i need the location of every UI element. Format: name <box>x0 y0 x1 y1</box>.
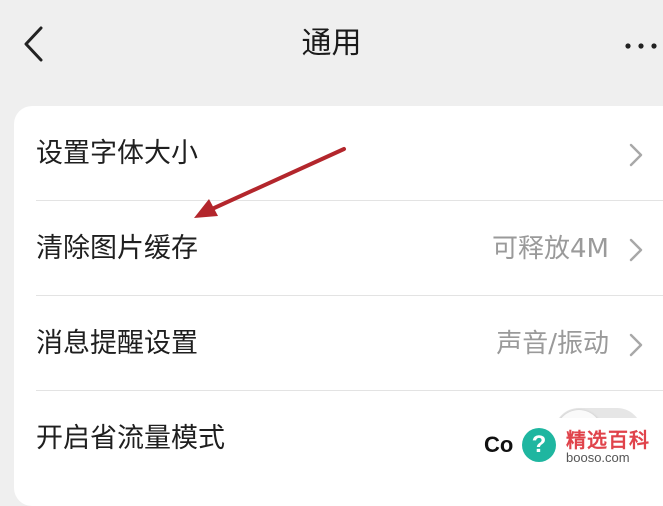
setting-clear-image-cache[interactable]: 清除图片缓存 可释放4M <box>14 201 663 296</box>
setting-label: 设置字体大小 <box>36 138 198 169</box>
page-title: 通用 <box>301 26 362 61</box>
setting-font-size[interactable]: 设置字体大小 <box>14 106 663 201</box>
chevron-right-icon <box>629 238 643 262</box>
setting-message-notification[interactable]: 消息提醒设置 声音/振动 <box>14 296 663 391</box>
setting-value: 声音/振动 <box>496 329 609 359</box>
setting-label: 消息提醒设置 <box>36 328 198 359</box>
watermark-partial-text: Co <box>484 432 514 457</box>
top-bar: 通用 <box>0 0 663 86</box>
setting-value: 可释放4M <box>492 234 609 264</box>
chevron-right-icon <box>629 333 643 357</box>
more-horizontal-icon <box>625 43 657 49</box>
setting-label: 清除图片缓存 <box>36 233 198 264</box>
more-button[interactable] <box>619 24 663 64</box>
watermark-site: booso.com <box>566 450 630 465</box>
chevron-right-icon <box>629 143 643 167</box>
question-badge-icon: ? <box>522 428 556 462</box>
watermark-brand: 精选百科 <box>566 428 650 452</box>
setting-label: 开启省流量模式 <box>36 423 225 454</box>
watermark: Co ? 精选百科 booso.com <box>478 418 663 474</box>
